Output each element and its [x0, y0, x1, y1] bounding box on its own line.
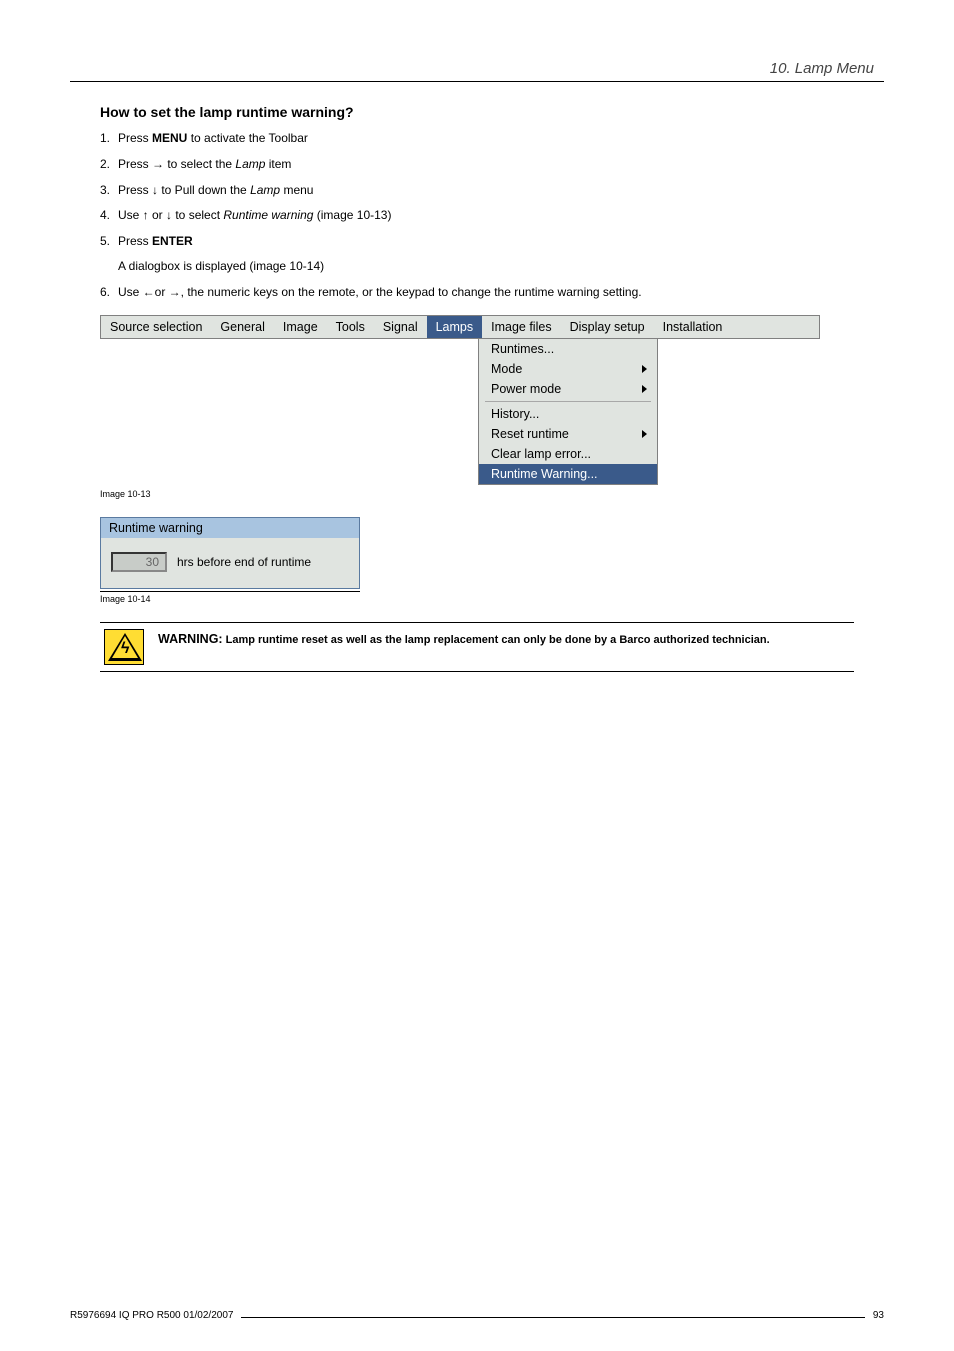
step-text: menu — [280, 183, 313, 197]
warning-box: ϟ WARNING: Lamp runtime reset as well as… — [100, 622, 854, 672]
menu-label: Runtime Warning... — [491, 467, 598, 481]
image-caption-10-13: Image 10-13 — [100, 489, 854, 499]
lamps-dropdown: Runtimes... Mode Power mode History... R… — [478, 339, 658, 485]
step-1: 1. Press MENU to activate the Toolbar — [100, 130, 854, 147]
instruction-steps: 1. Press MENU to activate the Toolbar 2.… — [100, 130, 854, 301]
step-text: Use ↑ or ↓ to select — [118, 208, 223, 222]
step-2: 2. Press → to select the Lamp item — [100, 156, 854, 173]
step-text: Press → to select the — [118, 157, 235, 171]
warning-body: Lamp runtime reset as well as the lamp r… — [223, 634, 770, 646]
footer-left: R5976694 IQ PRO R500 01/02/2007 — [70, 1310, 233, 1321]
submenu-arrow-icon — [642, 430, 647, 438]
step-text: Press ↓ to Pull down the — [118, 183, 250, 197]
footer-page-number: 93 — [873, 1310, 884, 1321]
menubar: Source selection General Image Tools Sig… — [100, 315, 820, 339]
step-number: 4. — [100, 207, 110, 224]
menu-runtimes[interactable]: Runtimes... — [479, 339, 657, 359]
step-italic: Lamp — [235, 157, 265, 171]
step-subtext: A dialogbox is displayed (image 10-14) — [118, 258, 854, 275]
dialog-body: 30 hrs before end of runtime — [101, 538, 359, 588]
step-bold: ENTER — [152, 234, 193, 248]
step-3: 3. Press ↓ to Pull down the Lamp menu — [100, 182, 854, 199]
step-number: 3. — [100, 182, 110, 199]
menu-label: Runtimes... — [491, 342, 554, 356]
menu-runtime-warning[interactable]: Runtime Warning... — [479, 464, 657, 484]
menu-label: Power mode — [491, 382, 561, 396]
menu-power-mode[interactable]: Power mode — [479, 379, 657, 399]
step-text: Press — [118, 131, 152, 145]
tab-source-selection[interactable]: Source selection — [101, 316, 211, 338]
footer-rule — [241, 1317, 864, 1318]
menu-mode[interactable]: Mode — [479, 359, 657, 379]
step-number: 2. — [100, 156, 110, 173]
warning-icon: ϟ — [104, 629, 144, 665]
menu-label: Clear lamp error... — [491, 447, 591, 461]
tab-image[interactable]: Image — [274, 316, 327, 338]
tab-tools[interactable]: Tools — [327, 316, 374, 338]
step-text: to activate the Toolbar — [187, 131, 308, 145]
step-number: 1. — [100, 130, 110, 147]
tab-image-files[interactable]: Image files — [482, 316, 560, 338]
tab-signal[interactable]: Signal — [374, 316, 427, 338]
lightning-bolt-icon: ϟ — [121, 641, 129, 657]
section-title: How to set the lamp runtime warning? — [100, 104, 854, 120]
step-bold: MENU — [152, 131, 187, 145]
page-footer: R5976694 IQ PRO R500 01/02/2007 93 — [70, 1310, 884, 1321]
menu-history[interactable]: History... — [479, 404, 657, 424]
hours-input[interactable]: 30 — [111, 552, 167, 572]
step-6: 6. Use ←or →, the numeric keys on the re… — [100, 284, 854, 301]
submenu-arrow-icon — [642, 365, 647, 373]
menu-clear-lamp-error[interactable]: Clear lamp error... — [479, 444, 657, 464]
caption-rule — [100, 591, 360, 592]
tab-installation[interactable]: Installation — [654, 316, 732, 338]
menu-label: Mode — [491, 362, 522, 376]
warning-label: WARNING: — [158, 632, 223, 646]
tab-lamps[interactable]: Lamps — [427, 316, 483, 338]
dialog-suffix-text: hrs before end of runtime — [177, 555, 311, 569]
dialog-title: Runtime warning — [101, 518, 359, 538]
step-text: item — [265, 157, 291, 171]
runtime-warning-dialog: Runtime warning 30 hrs before end of run… — [100, 517, 360, 589]
chapter-header: 10. Lamp Menu — [70, 60, 884, 82]
menu-label: History... — [491, 407, 539, 421]
image-caption-10-14: Image 10-14 — [100, 594, 854, 604]
step-number: 6. — [100, 284, 110, 301]
warning-text: WARNING: Lamp runtime reset as well as t… — [158, 629, 850, 648]
step-italic: Runtime warning — [223, 208, 313, 222]
step-text: Press — [118, 234, 152, 248]
menu-screenshot: Source selection General Image Tools Sig… — [100, 315, 820, 485]
menu-label: Reset runtime — [491, 427, 569, 441]
step-italic: Lamp — [250, 183, 280, 197]
submenu-arrow-icon — [642, 385, 647, 393]
step-4: 4. Use ↑ or ↓ to select Runtime warning … — [100, 207, 854, 224]
step-text: Use ←or →, the numeric keys on the remot… — [118, 285, 642, 299]
tab-display-setup[interactable]: Display setup — [561, 316, 654, 338]
step-text: (image 10-13) — [313, 208, 391, 222]
content-area: How to set the lamp runtime warning? 1. … — [70, 104, 884, 1310]
menu-divider — [485, 401, 651, 402]
menu-reset-runtime[interactable]: Reset runtime — [479, 424, 657, 444]
tab-general[interactable]: General — [211, 316, 273, 338]
step-number: 5. — [100, 233, 110, 250]
step-5: 5. Press ENTER A dialogbox is displayed … — [100, 233, 854, 275]
